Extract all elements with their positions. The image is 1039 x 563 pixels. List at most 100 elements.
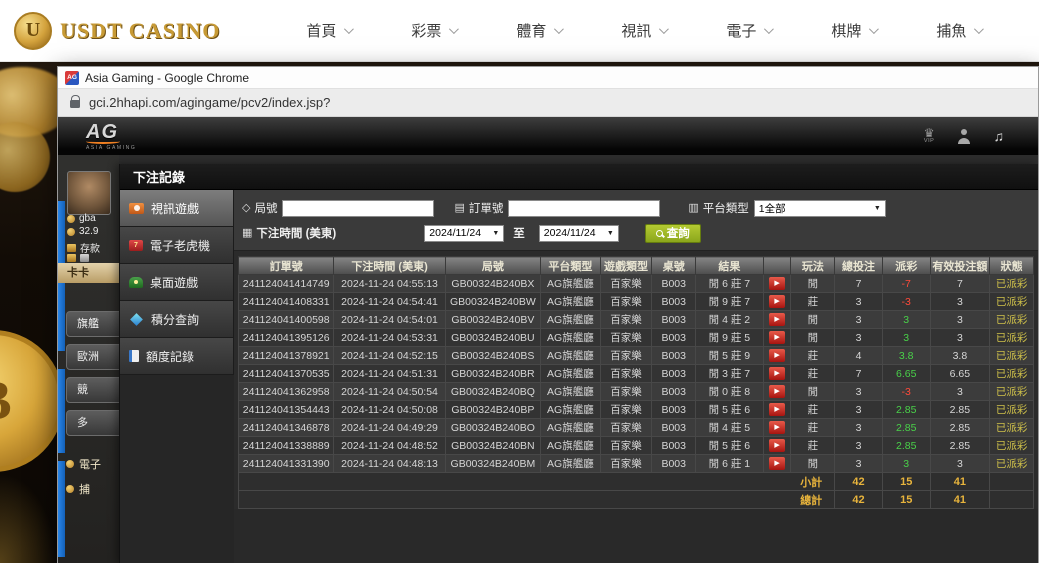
deposit-row[interactable]: 存款: [67, 240, 100, 255]
round-number: GB00324B240BM: [445, 455, 540, 473]
round-number-input[interactable]: [282, 200, 434, 217]
sidebar-item-table-games[interactable]: 桌面遊戲: [120, 264, 234, 301]
table-row[interactable]: 2411240413388892024-11-24 04:48:52GB0032…: [239, 437, 1034, 455]
date-to-select[interactable]: 2024/11/24 ▼: [539, 225, 619, 242]
nav-label: 電子: [726, 20, 756, 41]
payout: -3: [882, 293, 930, 311]
lobby-side-button[interactable]: 旗艦: [66, 311, 119, 337]
sidebar-item-slot-machines[interactable]: 7電子老虎機: [120, 227, 234, 264]
table-row[interactable]: 2411240413789212024-11-24 04:52:15GB0032…: [239, 347, 1034, 365]
sidebar-item-credit-records[interactable]: 額度記錄: [120, 338, 234, 375]
bet-time: 2024-11-24 04:48:13: [334, 455, 445, 473]
total-bet: 3: [835, 401, 883, 419]
user-badge-icon: [67, 215, 75, 223]
lobby-item-label: 電子: [79, 456, 101, 472]
order-number-input[interactable]: [508, 200, 660, 217]
order-id: 241124041400598: [239, 311, 334, 329]
bet-time: 2024-11-24 04:49:29: [334, 419, 445, 437]
chevron-down-icon: [344, 24, 354, 34]
play-button-cell: ▶: [763, 383, 791, 401]
screen: U USDT CASINO 首頁彩票體育視訊電子棋牌捕魚 B AG Asia G…: [0, 0, 1039, 563]
nav-item-video[interactable]: 視訊: [591, 20, 696, 41]
music-icon[interactable]: ♫: [994, 129, 1005, 144]
popup-urlbar[interactable]: gci.2hhapi.com/agingame/pcv2/index.jsp?: [58, 89, 1038, 117]
play-button-cell: ▶: [763, 437, 791, 455]
table-row[interactable]: 2411240413629582024-11-24 04:50:54GB0032…: [239, 383, 1034, 401]
user-icon[interactable]: [957, 129, 972, 144]
play-video-icon[interactable]: ▶: [769, 457, 785, 470]
lobby-item-electronic[interactable]: 電子: [66, 456, 101, 472]
table-row[interactable]: 2411240414005982024-11-24 04:54:01GB0032…: [239, 311, 1034, 329]
total-bet: 3: [835, 383, 883, 401]
total-bet: 7: [835, 275, 883, 293]
vip-crown-icon[interactable]: ♛ VIP: [924, 128, 935, 144]
play-type: 閒: [791, 311, 835, 329]
play-video-icon[interactable]: ▶: [769, 403, 785, 416]
card-icon[interactable]: [80, 254, 89, 262]
result: 閒 0 莊 8: [696, 383, 764, 401]
lobby-category-tab[interactable]: 卡卡: [58, 263, 119, 283]
avatar[interactable]: [67, 171, 111, 215]
nav-item-cards[interactable]: 棋牌: [801, 20, 906, 41]
nav-item-fishing[interactable]: 捕魚: [906, 20, 1011, 41]
table-row[interactable]: 2411240413705352024-11-24 04:51:31GB0032…: [239, 365, 1034, 383]
platform-type: AG旗艦廳: [541, 329, 601, 347]
username-row: gba: [67, 213, 96, 224]
play-video-icon[interactable]: ▶: [769, 277, 785, 290]
site-logo[interactable]: U USDT CASINO: [14, 12, 220, 50]
table-row[interactable]: 2411240413468782024-11-24 04:49:29GB0032…: [239, 419, 1034, 437]
play-video-icon[interactable]: ▶: [769, 385, 785, 398]
vip-label: VIP: [924, 138, 934, 144]
result: 閒 3 莊 7: [696, 365, 764, 383]
sidebar-item-points-query[interactable]: 積分查詢: [120, 301, 234, 338]
table-number: B003: [652, 365, 696, 383]
nav-item-lottery[interactable]: 彩票: [381, 20, 486, 41]
table-row[interactable]: 2411240414083312024-11-24 04:54:41GB0032…: [239, 293, 1034, 311]
table-row[interactable]: 2411240413951262024-11-24 04:53:31GB0032…: [239, 329, 1034, 347]
game-type: 百家樂: [600, 311, 652, 329]
platform-type-select[interactable]: 1全部 ▼: [754, 200, 886, 217]
play-video-icon[interactable]: ▶: [769, 439, 785, 452]
total-bet: 3: [835, 455, 883, 473]
lobby-side-button[interactable]: 多: [66, 410, 119, 436]
filters-bar: ◇ 局號 ▤ 訂單號: [234, 190, 1038, 251]
payout: 2.85: [882, 437, 930, 455]
sidebar-item-label: 電子老虎機: [150, 237, 210, 254]
sidebar-item-video-games[interactable]: 視訊遊戲: [120, 190, 234, 227]
lobby-item-fishing[interactable]: 捕: [66, 481, 90, 497]
table-row[interactable]: 2411240413544432024-11-24 04:50:08GB0032…: [239, 401, 1034, 419]
wallet-icon[interactable]: [67, 254, 76, 262]
lobby-side-button[interactable]: 競: [66, 377, 119, 403]
table-number: B003: [652, 419, 696, 437]
table-row[interactable]: 2411240413313902024-11-24 04:48:13GB0032…: [239, 455, 1034, 473]
table-header-row: 訂單號下注時間 (美東)局號平台類型遊戲類型桌號結果玩法總投注派彩有效投注額狀態: [239, 257, 1034, 275]
nav-item-slots[interactable]: 電子: [696, 20, 801, 41]
play-video-icon[interactable]: ▶: [769, 349, 785, 362]
play-video-icon[interactable]: ▶: [769, 313, 785, 326]
play-video-icon[interactable]: ▶: [769, 421, 785, 434]
total-bet: 3: [835, 437, 883, 455]
table-row[interactable]: 2411240414147492024-11-24 04:55:13GB0032…: [239, 275, 1034, 293]
payout: -7: [882, 275, 930, 293]
grand-total-label: 總計: [239, 491, 835, 509]
lobby-side-button[interactable]: 歐洲: [66, 344, 119, 370]
round-number-label: ◇ 局號: [242, 200, 277, 216]
column-header: 下注時間 (美東): [334, 257, 445, 275]
play-video-icon[interactable]: ▶: [769, 295, 785, 308]
total-bet: 3: [835, 419, 883, 437]
column-header: 遊戲類型: [600, 257, 652, 275]
date-from-select[interactable]: 2024/11/24 ▼: [424, 225, 504, 242]
subtotal-total-bet: 42: [835, 473, 883, 491]
search-button[interactable]: 查詢: [645, 224, 701, 243]
url-text[interactable]: gci.2hhapi.com/agingame/pcv2/index.jsp?: [89, 95, 330, 110]
nav-label: 彩票: [411, 20, 441, 41]
nav-item-sports[interactable]: 體育: [486, 20, 591, 41]
popup-titlebar[interactable]: AG Asia Gaming - Google Chrome: [58, 67, 1038, 89]
bet-time: 2024-11-24 04:52:15: [334, 347, 445, 365]
platform-type: AG旗艦廳: [541, 437, 601, 455]
play-video-icon[interactable]: ▶: [769, 331, 785, 344]
nav-item-home[interactable]: 首頁: [276, 20, 381, 41]
game-type: 百家樂: [600, 455, 652, 473]
play-video-icon[interactable]: ▶: [769, 367, 785, 380]
round-number: GB00324B240BO: [445, 419, 540, 437]
